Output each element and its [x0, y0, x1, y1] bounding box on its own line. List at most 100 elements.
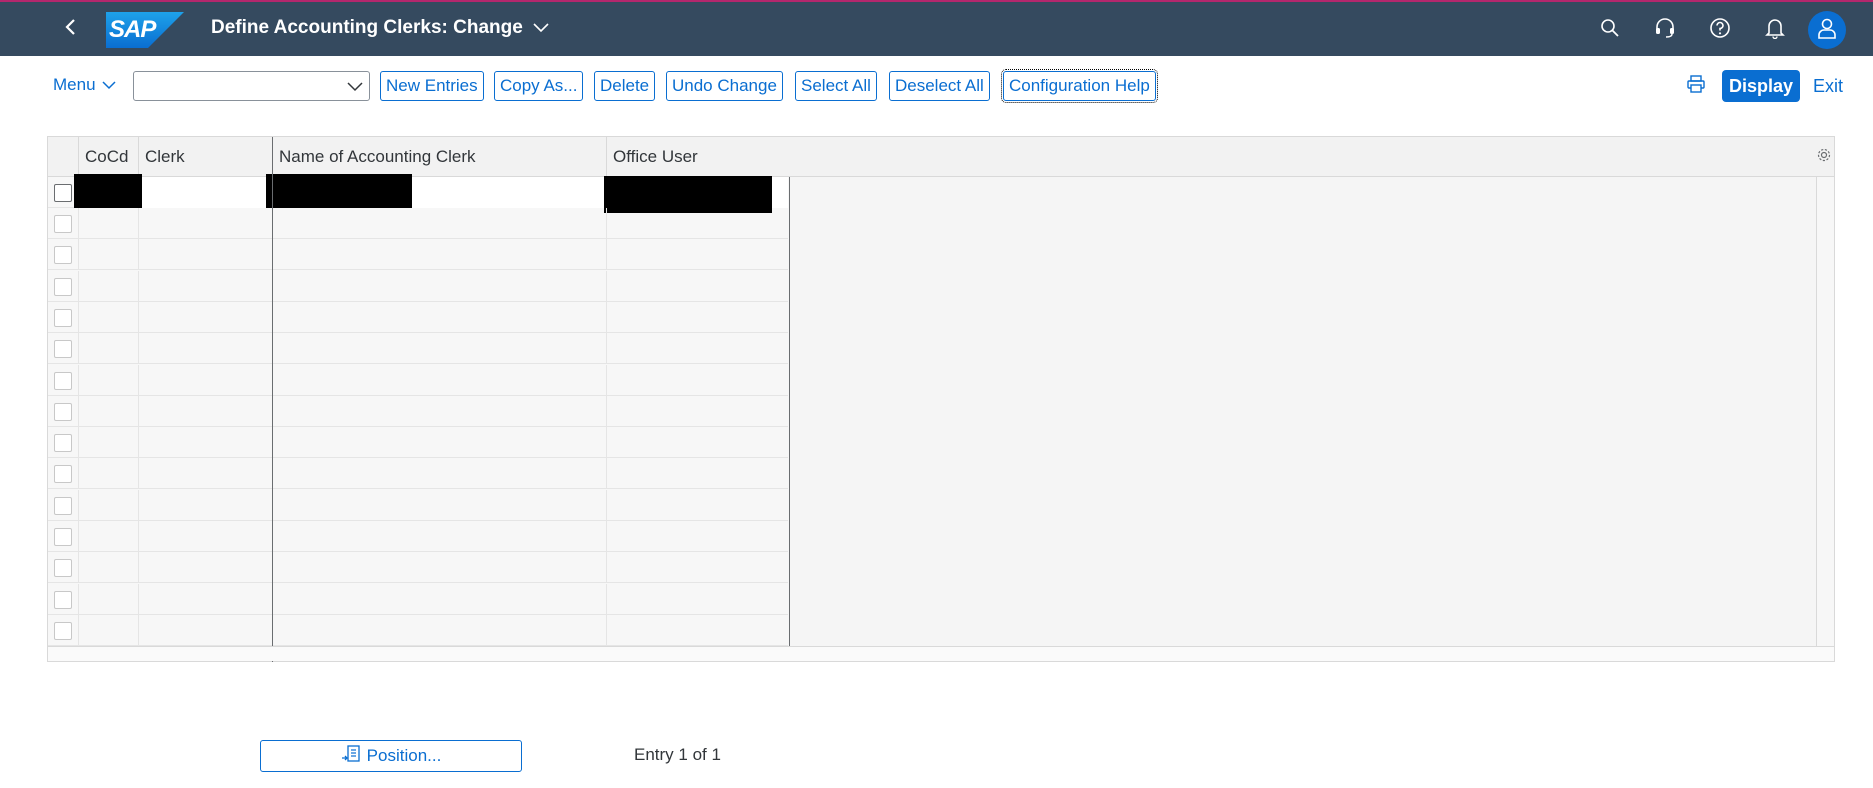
table-cell [606, 489, 788, 521]
row-select-checkbox[interactable] [54, 621, 72, 640]
table-cell [78, 489, 138, 521]
position-label: Position... [366, 746, 442, 765]
table-header: CoCd Clerk Name of Accounting Clerk Offi… [48, 137, 1834, 177]
table-cell [138, 395, 272, 427]
table-row [48, 427, 788, 459]
help-button[interactable] [1705, 15, 1735, 45]
table-cell [272, 552, 606, 584]
table-cell [138, 364, 272, 396]
select-column-header[interactable] [48, 137, 78, 177]
print-button[interactable] [1684, 74, 1708, 98]
menu-label: Menu [53, 75, 96, 94]
table-empty-area [789, 177, 1834, 647]
table-cell [272, 427, 606, 459]
row-select-checkbox[interactable] [54, 371, 72, 390]
row-select-checkbox[interactable] [54, 434, 72, 453]
column-header-office-user[interactable]: Office User [606, 137, 788, 177]
table-row [48, 583, 788, 615]
row-select-checkbox[interactable] [54, 496, 72, 515]
search-button[interactable] [1595, 15, 1625, 45]
table-cell [272, 208, 606, 239]
position-button[interactable]: Position... [260, 740, 522, 772]
bell-icon [1765, 17, 1785, 44]
table-cell [138, 458, 272, 490]
redaction-block [266, 174, 412, 208]
table-cell [606, 552, 788, 584]
table-cell [606, 301, 788, 333]
table-row [48, 395, 788, 427]
table-row [48, 239, 788, 271]
row-select-checkbox[interactable] [54, 402, 72, 421]
table-row [48, 301, 788, 333]
table-cell [78, 239, 138, 271]
row-select-checkbox[interactable] [54, 465, 72, 484]
clerk-cell[interactable] [138, 177, 272, 208]
table-row [48, 174, 788, 213]
column-header-name[interactable]: Name of Accounting Clerk [272, 137, 606, 177]
table-cell [606, 333, 788, 365]
table-cell [78, 427, 138, 459]
support-icon [1654, 17, 1676, 44]
copy-as-button[interactable]: Copy As... [494, 71, 584, 101]
row-select-checkbox[interactable] [54, 184, 72, 202]
printer-icon [1686, 74, 1706, 99]
page-title: Define Accounting Clerks: Change [211, 17, 523, 38]
table-cell [606, 583, 788, 615]
menu-button[interactable]: Menu [53, 75, 116, 95]
row-select-checkbox[interactable] [54, 528, 72, 546]
table-cell [606, 458, 788, 490]
row-select-checkbox[interactable] [54, 590, 72, 609]
table-row [48, 458, 788, 490]
table-cell [138, 208, 272, 239]
table-cell [272, 521, 606, 552]
table-cell [78, 208, 138, 239]
row-select-checkbox[interactable] [54, 559, 72, 578]
accounting-clerks-table: CoCd Clerk Name of Accounting Clerk Offi… [47, 136, 1835, 662]
table-settings-button[interactable] [1814, 147, 1834, 167]
table-cell [272, 583, 606, 615]
row-select-checkbox[interactable] [54, 246, 72, 265]
gear-icon [1816, 147, 1832, 168]
table-cell [138, 270, 272, 302]
column-header-clerk[interactable]: Clerk [138, 137, 272, 177]
deselect-all-button[interactable]: Deselect All [889, 71, 990, 101]
new-entries-button[interactable]: New Entries [380, 71, 484, 101]
user-avatar[interactable] [1808, 11, 1846, 49]
app-title-menu[interactable]: Define Accounting Clerks: Change [211, 17, 549, 39]
delete-button[interactable]: Delete [594, 71, 656, 101]
row-select-checkbox[interactable] [54, 308, 72, 327]
table-cell [272, 333, 606, 365]
row-select-checkbox[interactable] [54, 277, 72, 296]
shell-bar: SAP Define Accounting Clerks: Change [0, 0, 1873, 56]
table-cell [78, 364, 138, 396]
select-all-button[interactable]: Select All [795, 71, 877, 101]
table-cell [78, 614, 138, 646]
row-select-checkbox[interactable] [54, 215, 72, 233]
row-select-checkbox[interactable] [54, 340, 72, 359]
table-row [48, 489, 788, 521]
chevron-down-icon [533, 17, 549, 39]
back-icon [62, 18, 80, 41]
entry-info: Entry 1 of 1 [634, 745, 721, 764]
action-select[interactable] [133, 71, 370, 101]
undo-change-button[interactable]: Undo Change [666, 71, 783, 101]
support-button[interactable] [1650, 15, 1680, 45]
sap-logo[interactable]: SAP [106, 12, 184, 48]
table-row [48, 521, 788, 552]
notifications-button[interactable] [1760, 15, 1790, 45]
chevron-down-icon [102, 75, 116, 95]
table-cell [606, 239, 788, 271]
table-cell [78, 583, 138, 615]
table-cell [272, 489, 606, 521]
display-button[interactable]: Display [1722, 70, 1801, 102]
configuration-help-button[interactable]: Configuration Help [1001, 69, 1158, 103]
sap-logo-text: SAP [109, 16, 156, 43]
table-cell [606, 270, 788, 302]
toolbar: Menu New Entries Copy As... Delete Undo … [0, 56, 1873, 116]
column-header-cocd[interactable]: CoCd [78, 137, 138, 177]
vertical-scrollbar[interactable] [1816, 177, 1834, 647]
table-cell [138, 427, 272, 459]
column-divider [272, 137, 273, 662]
exit-button[interactable]: Exit [1813, 70, 1843, 102]
back-button[interactable] [56, 14, 86, 44]
